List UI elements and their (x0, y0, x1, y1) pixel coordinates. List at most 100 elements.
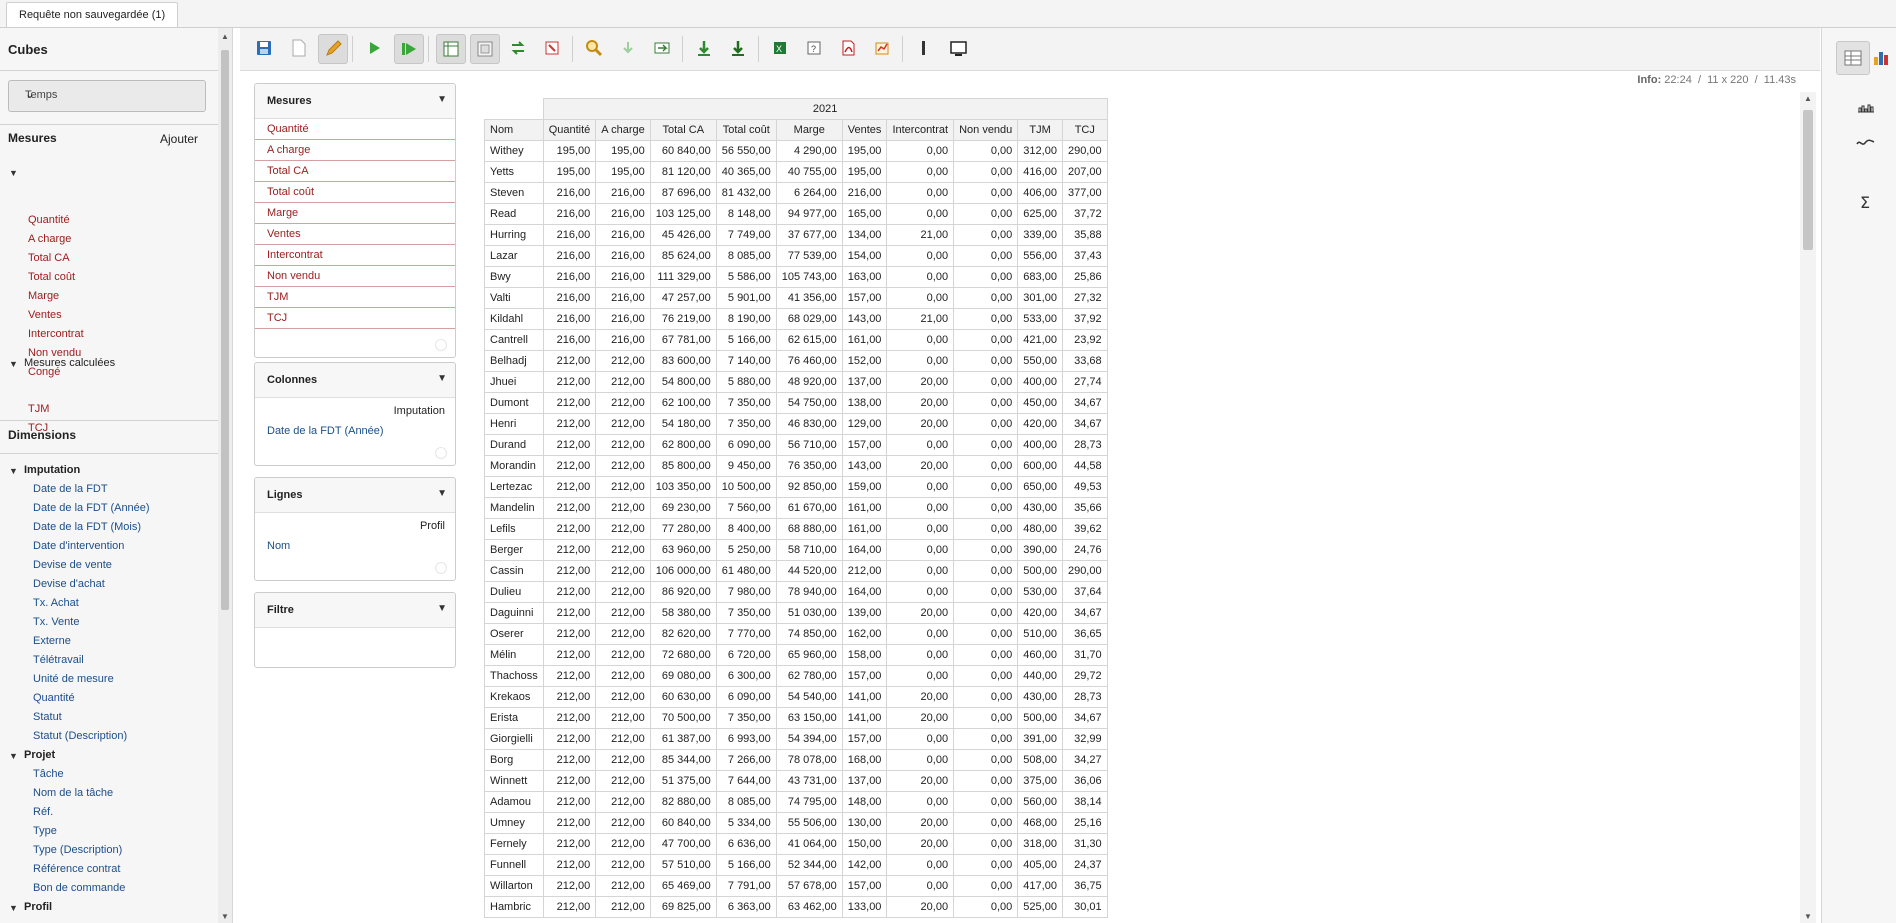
row-name-cell[interactable]: Mandelin (484, 497, 544, 519)
dimension-level-item[interactable]: Statut (33, 711, 62, 723)
caret-down-icon[interactable]: ▼ (437, 488, 447, 499)
row-name-cell[interactable]: Cantrell (484, 329, 544, 351)
query-measure-item[interactable]: Total coût (255, 182, 455, 203)
row-name-cell[interactable]: Krekaos (484, 686, 544, 708)
dimension-level-item[interactable]: Date de la FDT (Année) (33, 502, 150, 514)
row-name-cell[interactable]: Bwy (484, 266, 544, 288)
scroll-down-icon[interactable]: ▼ (221, 912, 229, 921)
query-measure-item[interactable]: Ventes (255, 224, 455, 245)
row-name-cell[interactable]: Steven (484, 182, 544, 204)
dimension-level-item[interactable]: Statut (Description) (33, 730, 127, 742)
row-name-cell[interactable]: Daguinni (484, 602, 544, 624)
row-name-cell[interactable]: Cassin (484, 560, 544, 582)
row-name-cell[interactable]: Valti (484, 287, 544, 309)
dimension-group[interactable]: Profil (24, 901, 52, 913)
export-excel-icon[interactable]: X (766, 34, 794, 62)
expand-caret-icon[interactable]: ▼ (9, 751, 18, 761)
scroll-thumb[interactable] (1803, 110, 1813, 250)
grid-column-header[interactable]: Quantité (542, 119, 597, 141)
row-name-cell[interactable]: Hambric (484, 896, 544, 918)
dimension-level-item[interactable]: Unité de mesure (33, 673, 114, 685)
row-name-cell[interactable]: Fernely (484, 833, 544, 855)
row-name-cell[interactable]: Erista (484, 707, 544, 729)
dimension-level-item[interactable]: Quantité (33, 692, 75, 704)
colonnes-level-item[interactable]: Date de la FDT (Année) (267, 425, 384, 437)
dimension-level-item[interactable]: Date de la FDT (33, 483, 108, 495)
sum-icon[interactable]: Σ (1850, 186, 1882, 218)
chart-view-icon[interactable] (1866, 41, 1896, 73)
row-name-cell[interactable]: Giorgielli (484, 728, 544, 750)
row-name-cell[interactable]: Funnell (484, 854, 544, 876)
table-view-icon[interactable] (1836, 41, 1870, 75)
zoom-icon[interactable] (580, 34, 608, 62)
grid-column-header[interactable]: A charge (595, 119, 651, 141)
row-name-cell[interactable]: Withey (484, 140, 544, 162)
dimension-level-item[interactable]: Réf. (33, 806, 53, 818)
measure-item[interactable]: Ventes (28, 309, 62, 321)
row-name-cell[interactable]: Henri (484, 413, 544, 435)
expand-caret-icon[interactable]: ▼ (9, 359, 18, 369)
row-name-cell[interactable]: Umney (484, 812, 544, 834)
calc-measure-item[interactable]: TJM (28, 403, 49, 415)
export-xls-icon[interactable] (690, 34, 718, 62)
row-name-cell[interactable]: Oserer (484, 623, 544, 645)
row-name-cell[interactable]: Dumont (484, 392, 544, 414)
add-measure-button[interactable]: Ajouter (160, 132, 198, 146)
toggle-sidebar-icon[interactable] (470, 34, 500, 64)
measure-item[interactable]: Quantité (28, 214, 70, 226)
separator-icon[interactable] (910, 34, 938, 62)
row-name-cell[interactable]: Read (484, 203, 544, 225)
row-name-cell[interactable]: Thachoss (484, 665, 544, 687)
auto-run-icon[interactable] (394, 34, 424, 64)
grid-column-header[interactable]: Total CA (649, 119, 717, 141)
expand-caret-icon[interactable]: ▼ (9, 466, 18, 476)
dimension-group[interactable]: Projet (24, 749, 55, 761)
grid-column-header[interactable]: Intercontrat (886, 119, 955, 141)
export-pdf-icon[interactable] (834, 34, 862, 62)
grid-column-header[interactable]: TJM (1017, 119, 1063, 141)
mdx-icon[interactable]: ? (800, 34, 828, 62)
drill-icon[interactable] (614, 34, 642, 62)
query-measure-item[interactable]: A charge (255, 140, 455, 161)
dimension-level-item[interactable]: Télétravail (33, 654, 84, 666)
dimension-level-item[interactable]: Externe (33, 635, 71, 647)
swap-axis-icon[interactable] (504, 34, 532, 62)
save-icon[interactable] (250, 34, 278, 62)
grid-column-header[interactable]: Marge (775, 119, 843, 141)
dimension-level-item[interactable]: Devise d'achat (33, 578, 105, 590)
dimension-level-item[interactable]: Tx. Vente (33, 616, 79, 628)
grid-column-header[interactable]: Non vendu (953, 119, 1019, 141)
row-name-cell[interactable]: Adamou (484, 791, 544, 813)
row-name-cell[interactable]: Jhuei (484, 371, 544, 393)
row-name-cell[interactable]: Morandin (484, 455, 544, 477)
measure-item[interactable]: Intercontrat (28, 328, 84, 340)
dimension-level-item[interactable]: Bon de commande (33, 882, 125, 894)
grid-year-header[interactable]: 2021 (542, 98, 1108, 120)
calc-measures-group[interactable]: Mesures calculées (24, 357, 115, 369)
row-name-cell[interactable]: Belhadj (484, 350, 544, 372)
bar-chart-icon[interactable] (1850, 92, 1882, 124)
caret-down-icon[interactable]: ▼ (437, 373, 447, 384)
measure-item[interactable]: A charge (28, 233, 71, 245)
query-measure-item[interactable]: TJM (255, 287, 455, 308)
cube-select[interactable]: Temps ⌄ (8, 80, 206, 112)
row-name-cell[interactable]: Berger (484, 539, 544, 561)
run-icon[interactable] (360, 34, 388, 62)
row-name-cell[interactable]: Winnett (484, 770, 544, 792)
caret-down-icon[interactable]: ▼ (437, 603, 447, 614)
dimension-level-item[interactable]: Tâche (33, 768, 64, 780)
drill-across-icon[interactable] (648, 34, 676, 62)
row-name-cell[interactable]: Yetts (484, 161, 544, 183)
query-measure-item[interactable]: Total CA (255, 161, 455, 182)
dimension-group[interactable]: Imputation (24, 464, 80, 476)
row-name-cell[interactable]: Dulieu (484, 581, 544, 603)
grid-scrollbar[interactable]: ▲ ▼ (1800, 92, 1816, 923)
dimension-level-item[interactable]: Type (33, 825, 57, 837)
row-name-cell[interactable]: Lefils (484, 518, 544, 540)
grid-column-header[interactable]: TCJ (1061, 119, 1108, 141)
expand-caret-icon[interactable]: ▼ (9, 903, 18, 913)
row-name-cell[interactable]: Willarton (484, 875, 544, 897)
left-panel-scrollbar[interactable]: ▲ ▼ (218, 28, 233, 923)
dimension-level-item[interactable]: Devise de vente (33, 559, 112, 571)
row-name-cell[interactable]: Hurring (484, 224, 544, 246)
